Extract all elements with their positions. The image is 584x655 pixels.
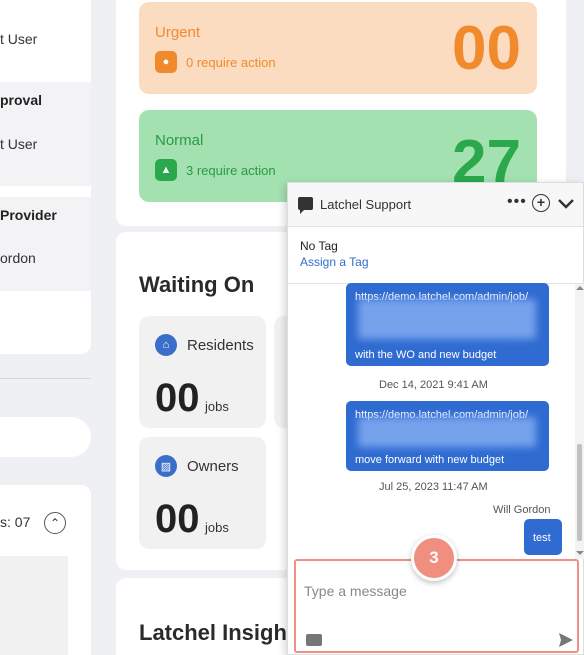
- image-icon[interactable]: [306, 634, 322, 646]
- chat-header: Latchel Support ••• +: [288, 183, 583, 227]
- triangle-icon: ▲: [155, 159, 177, 181]
- residents-unit: jobs: [205, 399, 229, 414]
- owners-unit: jobs: [205, 520, 229, 535]
- residents-count: 00: [155, 376, 200, 420]
- content-panel: [0, 556, 68, 655]
- left-job-card: t User proval t User Provider ordon: [0, 0, 91, 354]
- urgent-card[interactable]: Urgent ● 0 require action 00: [139, 2, 537, 94]
- message-timestamp: Jul 25, 2023 11:47 AM: [379, 481, 488, 493]
- chevron-up-icon[interactable]: ⌃: [44, 512, 66, 534]
- left-summary-card: s: 07 ⌃: [0, 485, 91, 655]
- sender-name: Will Gordon: [493, 504, 551, 516]
- divider: [0, 378, 91, 379]
- message-text: with the WO and new budget: [355, 349, 497, 361]
- chat-title: Latchel Support: [320, 197, 412, 212]
- more-options-icon[interactable]: •••: [507, 193, 527, 211]
- owners-count: 00: [155, 497, 200, 541]
- normal-title: Normal: [155, 132, 204, 149]
- tag-label: No Tag: [300, 239, 338, 253]
- step-number-badge: 3: [411, 535, 457, 581]
- job-row-title: proval: [0, 92, 43, 108]
- message-text: move forward with new budget: [355, 454, 505, 466]
- urgent-subtitle: 0 require action: [186, 54, 276, 70]
- residents-label: Residents: [187, 336, 254, 354]
- scrollbar[interactable]: [575, 284, 584, 559]
- job-row-subtitle: ordon: [0, 250, 36, 266]
- count-text: s: 07: [0, 514, 31, 530]
- scrollbar-thumb[interactable]: [577, 444, 582, 541]
- bank-icon: ▨: [155, 455, 177, 477]
- message-timestamp: Dec 14, 2021 9:41 AM: [379, 379, 488, 391]
- assign-tag-link[interactable]: Assign a Tag: [300, 255, 369, 269]
- scroll-up-icon[interactable]: [576, 286, 584, 290]
- owners-label: Owners: [187, 457, 239, 475]
- redacted-content: [358, 417, 536, 447]
- chat-message: test: [524, 519, 562, 555]
- urgent-title: Urgent: [155, 24, 201, 41]
- support-chat-widget: Latchel Support ••• + No Tag Assign a Ta…: [287, 182, 584, 655]
- chat-message: https://demo.latchel.com/admin/job/ move…: [346, 401, 549, 471]
- urgent-count: 00: [452, 14, 521, 83]
- chat-message: https://demo.latchel.com/admin/job/ with…: [346, 283, 549, 366]
- job-row[interactable]: t User: [0, 0, 91, 72]
- tag-section: No Tag Assign a Tag: [288, 227, 583, 284]
- scroll-down-icon[interactable]: [576, 551, 584, 555]
- job-row[interactable]: Provider ordon: [0, 197, 91, 291]
- job-row-subtitle: t User: [0, 31, 38, 47]
- job-row-title: Provider: [0, 207, 57, 223]
- residents-card[interactable]: ⌂ Residents 00 jobs: [139, 316, 266, 428]
- message-input[interactable]: [304, 581, 544, 601]
- job-row[interactable]: proval t User: [0, 82, 91, 186]
- send-icon[interactable]: [558, 632, 574, 648]
- urgent-status-icon: ●: [155, 51, 177, 73]
- redacted-content: [358, 299, 536, 339]
- home-icon: ⌂: [155, 334, 177, 356]
- normal-subtitle: 3 require action: [186, 162, 276, 178]
- chat-icon: [298, 197, 313, 214]
- search-input[interactable]: [0, 417, 91, 457]
- job-row-subtitle: t User: [0, 136, 38, 152]
- message-text: test: [533, 532, 551, 544]
- owners-card[interactable]: ▨ Owners 00 jobs: [139, 437, 266, 549]
- chevron-down-icon[interactable]: [556, 195, 576, 211]
- insights-heading: Latchel Insigh: [139, 620, 287, 645]
- waiting-on-heading: Waiting On: [139, 272, 255, 297]
- new-conversation-icon[interactable]: +: [532, 194, 550, 212]
